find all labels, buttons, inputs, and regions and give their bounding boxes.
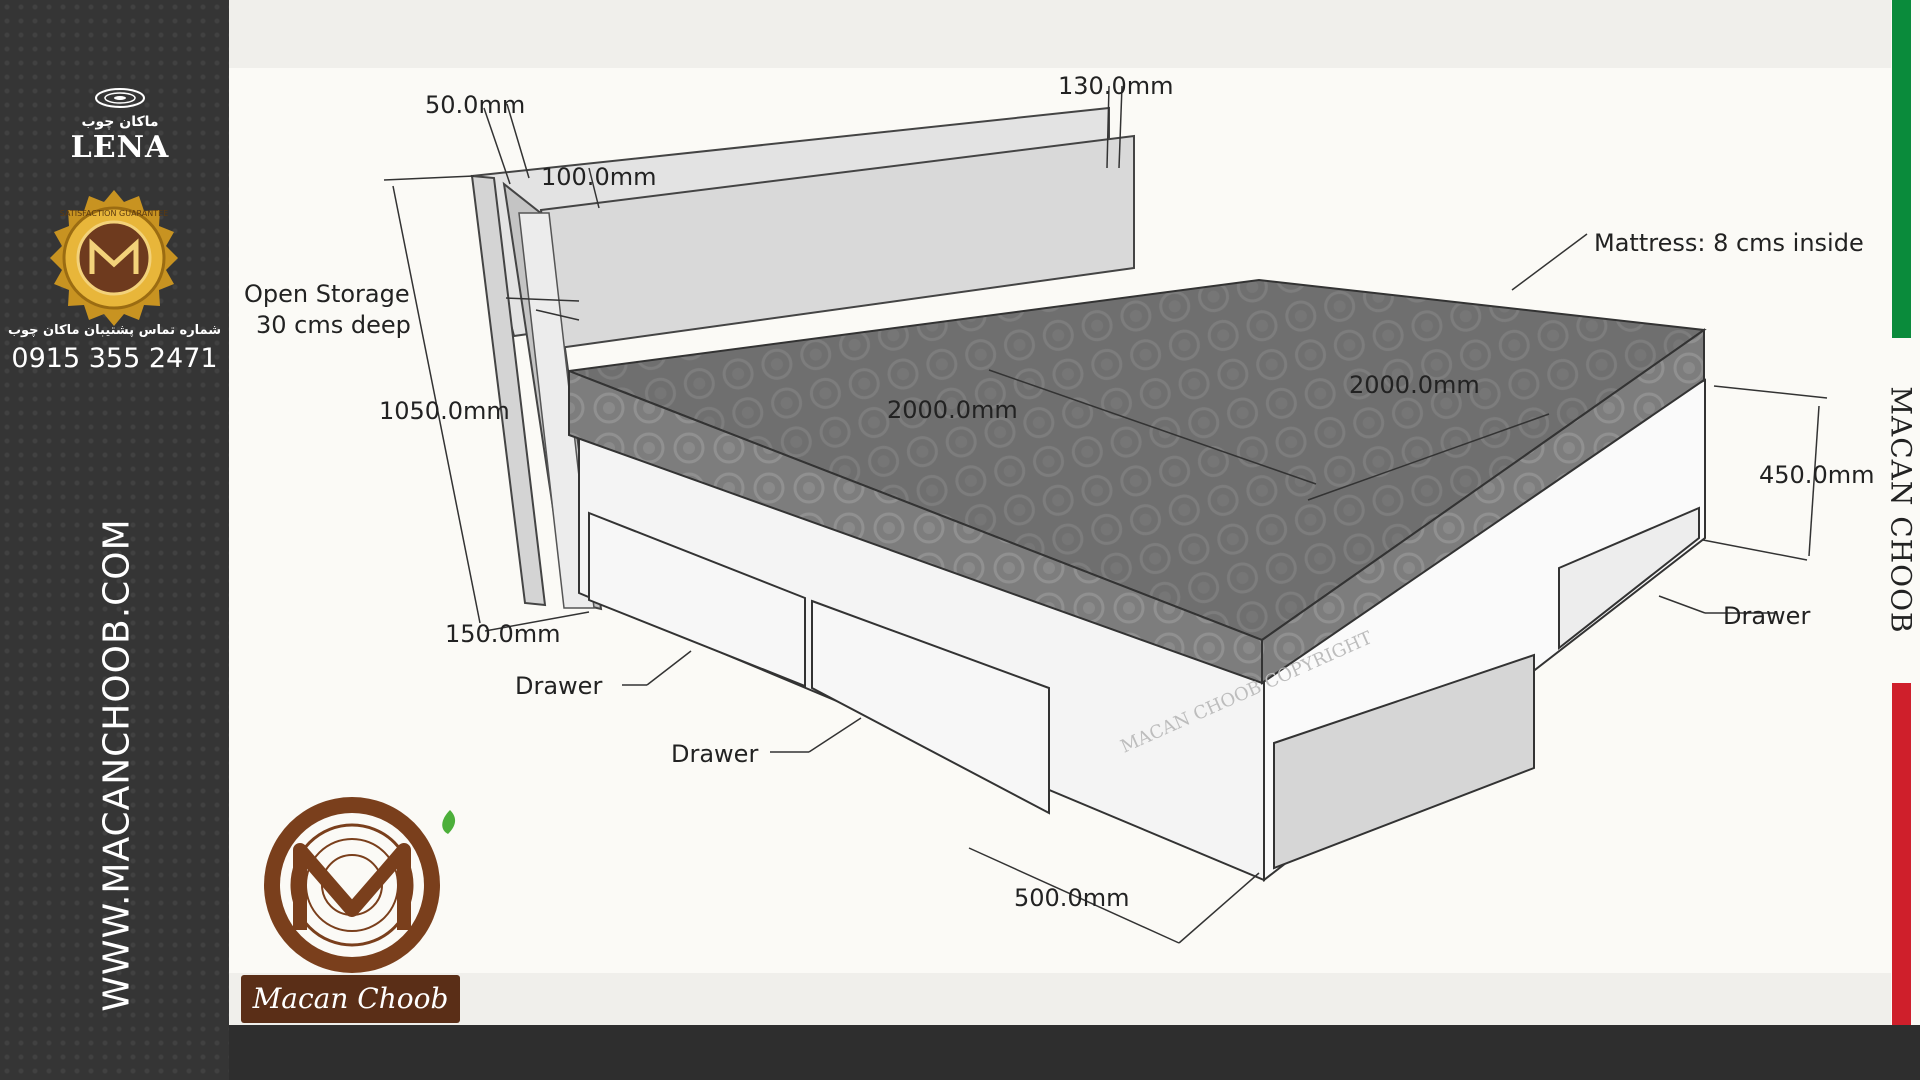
dim-130: 130.0mm (1058, 72, 1173, 100)
support-phone[interactable]: 0915 355 2471 (0, 343, 229, 374)
open-storage-label-1: Open Storage (244, 280, 410, 308)
dim-1050: 1050.0mm (379, 397, 510, 425)
sidebar: ماکان چوب LENA SATISFACTION GUARANTEE شم… (0, 0, 229, 1080)
flag-green-band (1892, 0, 1911, 338)
support-label-fa: شماره تماس پشتیبان ماکان چوب (7, 323, 222, 338)
brand-small-logo: ماکان چوب LENA (55, 70, 185, 165)
dim-2000-width: 2000.0mm (1349, 371, 1480, 399)
flag-red-band (1892, 683, 1911, 1025)
drawer-label-right: Drawer (1723, 602, 1810, 630)
tree-ring-small-icon (95, 88, 145, 108)
satisfaction-seal-icon: SATISFACTION GUARANTEE (50, 190, 178, 326)
seal-text: SATISFACTION GUARANTEE (60, 209, 168, 218)
brand-fa-text: ماکان چوب (81, 114, 159, 130)
bed-diagram: 50.0mm 130.0mm 100.0mm 1050.0mm 150.0mm … (244, 72, 1874, 944)
open-storage-label-2: 30 cms deep (256, 311, 411, 339)
dim-450: 450.0mm (1759, 461, 1874, 489)
dim-500: 500.0mm (1014, 884, 1129, 912)
dim-50: 50.0mm (425, 91, 525, 119)
mattress-label: Mattress: 8 cms inside (1594, 229, 1864, 257)
drawer-label-left: Drawer (515, 672, 602, 700)
macan-choob-wordmark: Macan Choob (241, 975, 460, 1023)
dim-100: 100.0mm (541, 163, 656, 191)
dim-2000-length: 2000.0mm (887, 396, 1018, 424)
dim-150: 150.0mm (445, 620, 560, 648)
website-url[interactable]: WWW.MACANCHOOB.COM (97, 518, 138, 1011)
model-name: LENA (70, 130, 170, 165)
drawer-label-front: Drawer (671, 740, 758, 768)
